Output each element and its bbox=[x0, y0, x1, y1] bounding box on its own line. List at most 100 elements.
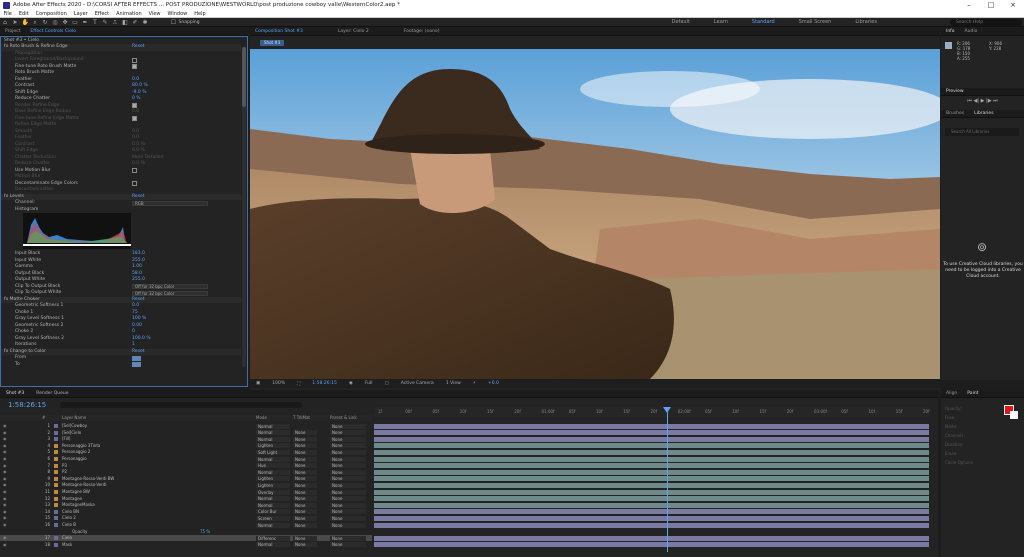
layer-label-color[interactable] bbox=[54, 523, 58, 527]
layer-mode-dropdown[interactable]: Normal bbox=[256, 496, 290, 502]
composition-shot-label[interactable]: Shot #3 bbox=[260, 40, 285, 46]
layer-duration-bar[interactable] bbox=[374, 482, 929, 488]
layer-mode-dropdown[interactable]: Lighten bbox=[256, 443, 290, 449]
trkmat-dropdown[interactable]: None bbox=[293, 522, 317, 528]
layer-duration-bar[interactable] bbox=[374, 430, 929, 436]
layer-label-color[interactable] bbox=[54, 430, 58, 435]
layer-label-color[interactable] bbox=[54, 483, 58, 488]
layer-row[interactable]: ◉ 11 Montagne BW Overlay None None bbox=[0, 489, 372, 495]
menu-layer[interactable]: Layer bbox=[74, 11, 88, 17]
next-frame-icon[interactable]: |▶ bbox=[986, 98, 992, 104]
current-time-display[interactable]: 1:58:26:15 bbox=[312, 381, 337, 386]
levels-histogram[interactable] bbox=[1, 213, 241, 251]
workspace-small-screen[interactable]: Small Screen bbox=[799, 19, 832, 25]
layer-row[interactable]: ◉ 12 Montagne Normal None None bbox=[0, 496, 372, 502]
layer-name[interactable]: Montagne BW bbox=[62, 489, 90, 495]
views-dropdown[interactable]: 1 View bbox=[446, 381, 461, 386]
layer-name[interactable]: [Fill] bbox=[62, 436, 70, 442]
layer-duration-bar[interactable] bbox=[374, 502, 929, 508]
layer-row[interactable]: ◉ 16 Cielo B Normal None None bbox=[0, 522, 372, 528]
layer-label-color[interactable] bbox=[54, 476, 58, 481]
parent-dropdown[interactable]: None bbox=[330, 423, 366, 429]
parent-dropdown[interactable]: None bbox=[330, 535, 366, 541]
parent-dropdown[interactable]: None bbox=[330, 482, 366, 488]
resolution-dropdown[interactable]: Full bbox=[365, 381, 373, 386]
tab-info[interactable]: Info bbox=[946, 29, 955, 34]
menu-composition[interactable]: Composition bbox=[36, 11, 67, 17]
layer-row[interactable]: ◉ 13 MontagneMaska Normal None None bbox=[0, 502, 372, 508]
fast-previews-icon[interactable]: ⚡ bbox=[473, 381, 476, 386]
layer-name[interactable]: [Sel]Cielo bbox=[62, 430, 81, 436]
menu-file[interactable]: File bbox=[4, 11, 12, 17]
trkmat-dropdown[interactable]: None bbox=[293, 496, 317, 502]
layer-label-color[interactable] bbox=[54, 516, 58, 521]
region-of-interest-icon[interactable]: ▢ bbox=[385, 381, 389, 386]
layer-mode-dropdown[interactable]: Soft Light bbox=[256, 449, 290, 455]
maximize-icon[interactable]: □ bbox=[980, 1, 1002, 9]
layer-name[interactable]: P2 bbox=[62, 469, 67, 475]
parent-dropdown[interactable]: None bbox=[330, 522, 366, 528]
tab-composition-shot3[interactable]: Composition Shot #3 bbox=[255, 29, 303, 34]
layer-name[interactable]: Personaggio 3Tinta bbox=[62, 443, 100, 449]
trkmat-dropdown[interactable]: None bbox=[293, 515, 317, 521]
layer-name[interactable]: Opacity bbox=[72, 529, 87, 535]
effect-scrollbar[interactable] bbox=[242, 47, 246, 367]
parent-dropdown[interactable]: None bbox=[330, 443, 366, 449]
layer-duration-bar[interactable] bbox=[374, 423, 929, 429]
layer-row[interactable]: ◉ 7 P3 Hue None None bbox=[0, 463, 372, 469]
visibility-eye-icon[interactable]: ◉ bbox=[3, 509, 7, 515]
layer-label-color[interactable] bbox=[54, 536, 58, 541]
layer-duration-bar[interactable] bbox=[374, 515, 929, 521]
background-color-swatch[interactable] bbox=[1010, 411, 1018, 419]
color-swatch[interactable] bbox=[132, 355, 141, 361]
layer-duration-bar[interactable] bbox=[374, 443, 929, 449]
layer-name[interactable]: Mask bbox=[62, 542, 72, 548]
prev-frame-icon[interactable]: ◀| bbox=[973, 98, 979, 104]
layer-label-color[interactable] bbox=[54, 450, 58, 455]
visibility-eye-icon[interactable]: ◉ bbox=[3, 535, 7, 541]
layer-mode-dropdown[interactable]: Lighten bbox=[256, 482, 290, 488]
layer-row[interactable]: ◉ 4 Personaggio 3Tinta Lighten None None bbox=[0, 443, 372, 449]
menu-edit[interactable]: Edit bbox=[19, 11, 29, 17]
fit-icon[interactable]: ⛶ bbox=[297, 381, 300, 387]
effect-checkbox[interactable] bbox=[132, 57, 137, 63]
layer-name[interactable]: P3 bbox=[62, 463, 67, 469]
puppet-tool-icon[interactable]: ✱ bbox=[142, 19, 149, 26]
layer-row[interactable]: ◉ 6 Personaggio Normal None None bbox=[0, 456, 372, 462]
property-value[interactable]: 75 % bbox=[200, 529, 210, 535]
tab-paint[interactable]: Paint bbox=[967, 391, 978, 396]
layer-mode-dropdown[interactable]: Normal bbox=[256, 423, 290, 429]
layer-mode-dropdown[interactable]: Normal bbox=[256, 469, 290, 475]
zoom-dropdown[interactable]: 100% bbox=[272, 381, 285, 386]
always-preview-icon[interactable]: ▣ bbox=[256, 381, 260, 386]
play-icon[interactable]: ▶ bbox=[981, 98, 985, 104]
tab-align[interactable]: Align bbox=[946, 391, 957, 396]
home-icon[interactable]: ⌂ bbox=[2, 19, 9, 26]
layer-row[interactable]: ◉ 18 Mask Normal None None bbox=[0, 542, 372, 548]
layer-duration-bar[interactable] bbox=[374, 522, 929, 528]
tab-libraries[interactable]: Libraries bbox=[974, 111, 993, 116]
layer-mode-dropdown[interactable]: Normal bbox=[256, 542, 290, 548]
layer-row[interactable]: ◉ 9 Montagne-Rosso-Verdi BW Lighten None None bbox=[0, 476, 372, 482]
parent-dropdown[interactable]: None bbox=[330, 449, 366, 455]
layer-name[interactable]: Personaggio bbox=[62, 456, 87, 462]
effect-dropdown[interactable]: Off for 32 bpc Color bbox=[132, 284, 208, 290]
effect-checkbox[interactable] bbox=[132, 103, 137, 109]
layer-mode-dropdown[interactable]: Hue bbox=[256, 463, 290, 469]
layer-name[interactable]: Montagne-Rosso-Verdi bbox=[62, 482, 107, 488]
pen-tool-icon[interactable]: ✒ bbox=[82, 19, 89, 26]
trkmat-dropdown[interactable]: None bbox=[293, 542, 317, 548]
timeline-search-input[interactable] bbox=[60, 402, 302, 408]
parent-dropdown[interactable]: None bbox=[330, 515, 366, 521]
effect-checkbox[interactable] bbox=[132, 64, 137, 70]
layer-label-color[interactable] bbox=[54, 457, 58, 461]
trkmat-dropdown[interactable]: None bbox=[293, 463, 317, 469]
menu-effect[interactable]: Effect bbox=[95, 11, 109, 17]
layer-mode-dropdown[interactable]: Lighten bbox=[256, 476, 290, 482]
roto-brush-tool-icon[interactable]: ✐ bbox=[132, 19, 139, 26]
parent-dropdown[interactable]: None bbox=[330, 502, 366, 508]
exposure-value[interactable]: +0.0 bbox=[488, 381, 499, 386]
layer-label-color[interactable] bbox=[54, 503, 58, 508]
visibility-eye-icon[interactable]: ◉ bbox=[3, 463, 7, 469]
layer-label-color[interactable] bbox=[54, 424, 58, 428]
